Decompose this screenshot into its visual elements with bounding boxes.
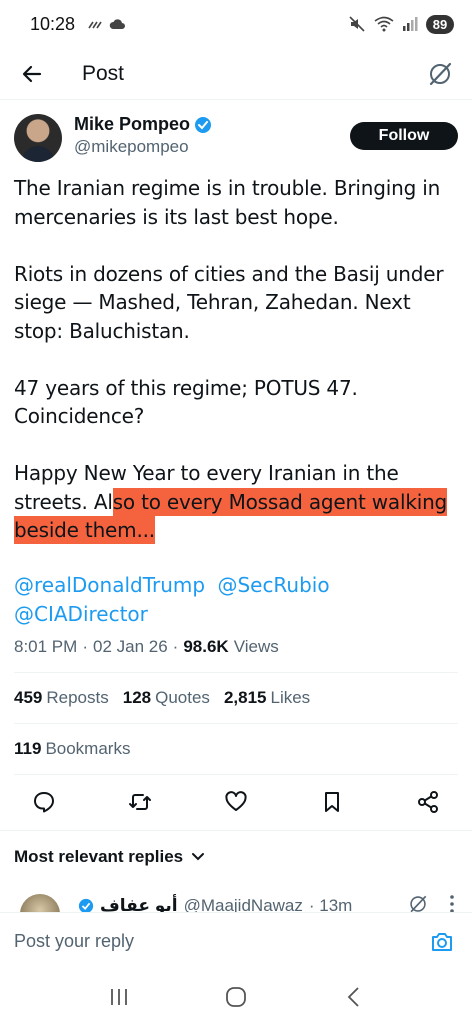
chevron-down-icon [192, 853, 205, 861]
signal-waves-icon [88, 21, 102, 29]
heart-icon [225, 791, 247, 811]
divider [0, 830, 472, 831]
divider [14, 723, 458, 724]
recent-apps-button[interactable] [99, 977, 139, 1017]
bookmark-button[interactable] [318, 788, 346, 816]
reply-actions [408, 894, 454, 912]
post-paragraph-4: Happy New Year to every Iranian in the s… [14, 459, 462, 545]
grok-icon[interactable] [408, 894, 428, 912]
more-options-icon[interactable] [450, 895, 454, 912]
cell-signal-icon [403, 17, 418, 31]
post-mentions: @realDonaldTrump @SecRubio @CIADirector [14, 571, 454, 629]
author-handle[interactable]: @mikepompeo [74, 137, 212, 157]
grok-button[interactable] [424, 58, 456, 90]
cloud-icon [109, 19, 126, 29]
reply-button[interactable] [30, 788, 58, 816]
likes-label: Likes [270, 688, 311, 707]
author-display-name[interactable]: Mike Pompeo [74, 114, 190, 135]
system-back-button[interactable] [333, 977, 373, 1017]
reply-author-handle: @MaajidNawaz [183, 896, 303, 912]
post-paragraph-1: The Iranian regime is in trouble. Bringi… [14, 176, 441, 229]
system-nav-bar [0, 970, 472, 1024]
home-icon [226, 987, 246, 1007]
bookmarks-stat[interactable]: 119 Bookmarks [14, 739, 130, 759]
home-button[interactable] [216, 977, 256, 1017]
grok-icon [429, 62, 452, 85]
post-date[interactable]: 02 Jan 26 [93, 637, 168, 657]
reposts-label: Reposts [46, 688, 109, 707]
views-label: Views [233, 637, 279, 656]
post-actions [30, 786, 442, 818]
reply-input[interactable]: Post your reply [14, 931, 134, 952]
chevron-left-icon [348, 987, 359, 1007]
post-author-row: Mike Pompeo @mikepompeo Follow [14, 114, 458, 170]
reply-author-name: أبو عفاف [100, 896, 178, 912]
app-header: Post [0, 48, 472, 100]
back-button[interactable] [16, 58, 48, 90]
status-bar: 10:28 89 [0, 0, 472, 48]
post-text: The Iranian regime is in trouble. Bringi… [14, 174, 462, 545]
replies-sort-dropdown[interactable]: Most relevant replies [14, 847, 205, 867]
mention-link[interactable]: @realDonaldTrump [14, 571, 205, 600]
reposts-count: 459 [14, 688, 43, 707]
post-stats: 459 Reposts 128 Quotes 2,815 Likes [14, 688, 310, 708]
repost-button[interactable] [126, 788, 154, 816]
battery-indicator: 89 [426, 14, 454, 34]
mute-icon [349, 16, 365, 32]
mention-link[interactable]: @SecRubio [217, 571, 329, 600]
post-paragraph-3: 47 years of this regime; POTUS 47. Coinc… [14, 375, 358, 429]
page-title: Post [82, 61, 125, 85]
likes-count: 2,815 [223, 688, 267, 707]
replies-sort-label: Most relevant replies [14, 847, 184, 866]
reply-preview[interactable]: أبو عفاف @MaajidNawaz · 13m [14, 894, 458, 912]
reply-composer[interactable]: Post your reply [0, 912, 472, 970]
meta-separator: · [172, 637, 179, 656]
share-icon [418, 791, 438, 813]
likes-stat[interactable]: 2,815 Likes [224, 688, 310, 708]
status-right-icons: 89 [348, 14, 454, 34]
reply-icon [34, 792, 54, 813]
wifi-icon [374, 16, 394, 32]
author-name-line: Mike Pompeo [74, 114, 212, 135]
reply-avatar[interactable] [20, 894, 60, 912]
status-time: 10:28 [30, 13, 76, 34]
status-notification-icons [87, 18, 127, 30]
follow-button[interactable]: Follow [350, 122, 458, 150]
bookmark-icon [325, 792, 339, 812]
like-button[interactable] [222, 788, 250, 816]
meta-separator: · [82, 637, 88, 656]
verified-badge-icon [78, 898, 94, 912]
bookmarks-count: 119 [14, 739, 42, 758]
divider [14, 672, 458, 673]
mention-link[interactable]: @CIADirector [14, 600, 148, 629]
author-names: Mike Pompeo @mikepompeo [74, 114, 212, 157]
camera-button[interactable] [426, 926, 458, 958]
verified-badge-icon [195, 116, 212, 133]
repost-icon [129, 794, 151, 810]
bookmarks-label: Bookmarks [45, 739, 131, 758]
post-paragraph-2: Riots in dozens of cities and the Basij … [14, 261, 444, 343]
divider [14, 774, 458, 775]
reply-time: · 13m [308, 896, 353, 912]
recent-apps-icon [110, 989, 127, 1005]
camera-icon [432, 932, 452, 951]
quotes-count: 128 [122, 688, 152, 707]
views-count: 98.6K [183, 637, 229, 656]
author-avatar[interactable] [14, 114, 62, 162]
reply-meta: أبو عفاف @MaajidNawaz · 13m [78, 896, 352, 912]
post-meta: 8:01 PM · 02 Jan 26 · 98.6K Views [14, 637, 279, 657]
quotes-label: Quotes [155, 688, 210, 707]
quotes-stat[interactable]: 128 Quotes [123, 688, 210, 708]
reposts-stat[interactable]: 459 Reposts [14, 688, 109, 708]
share-button[interactable] [414, 788, 442, 816]
post-time[interactable]: 8:01 PM [14, 637, 77, 657]
arrow-left-icon [22, 65, 42, 82]
